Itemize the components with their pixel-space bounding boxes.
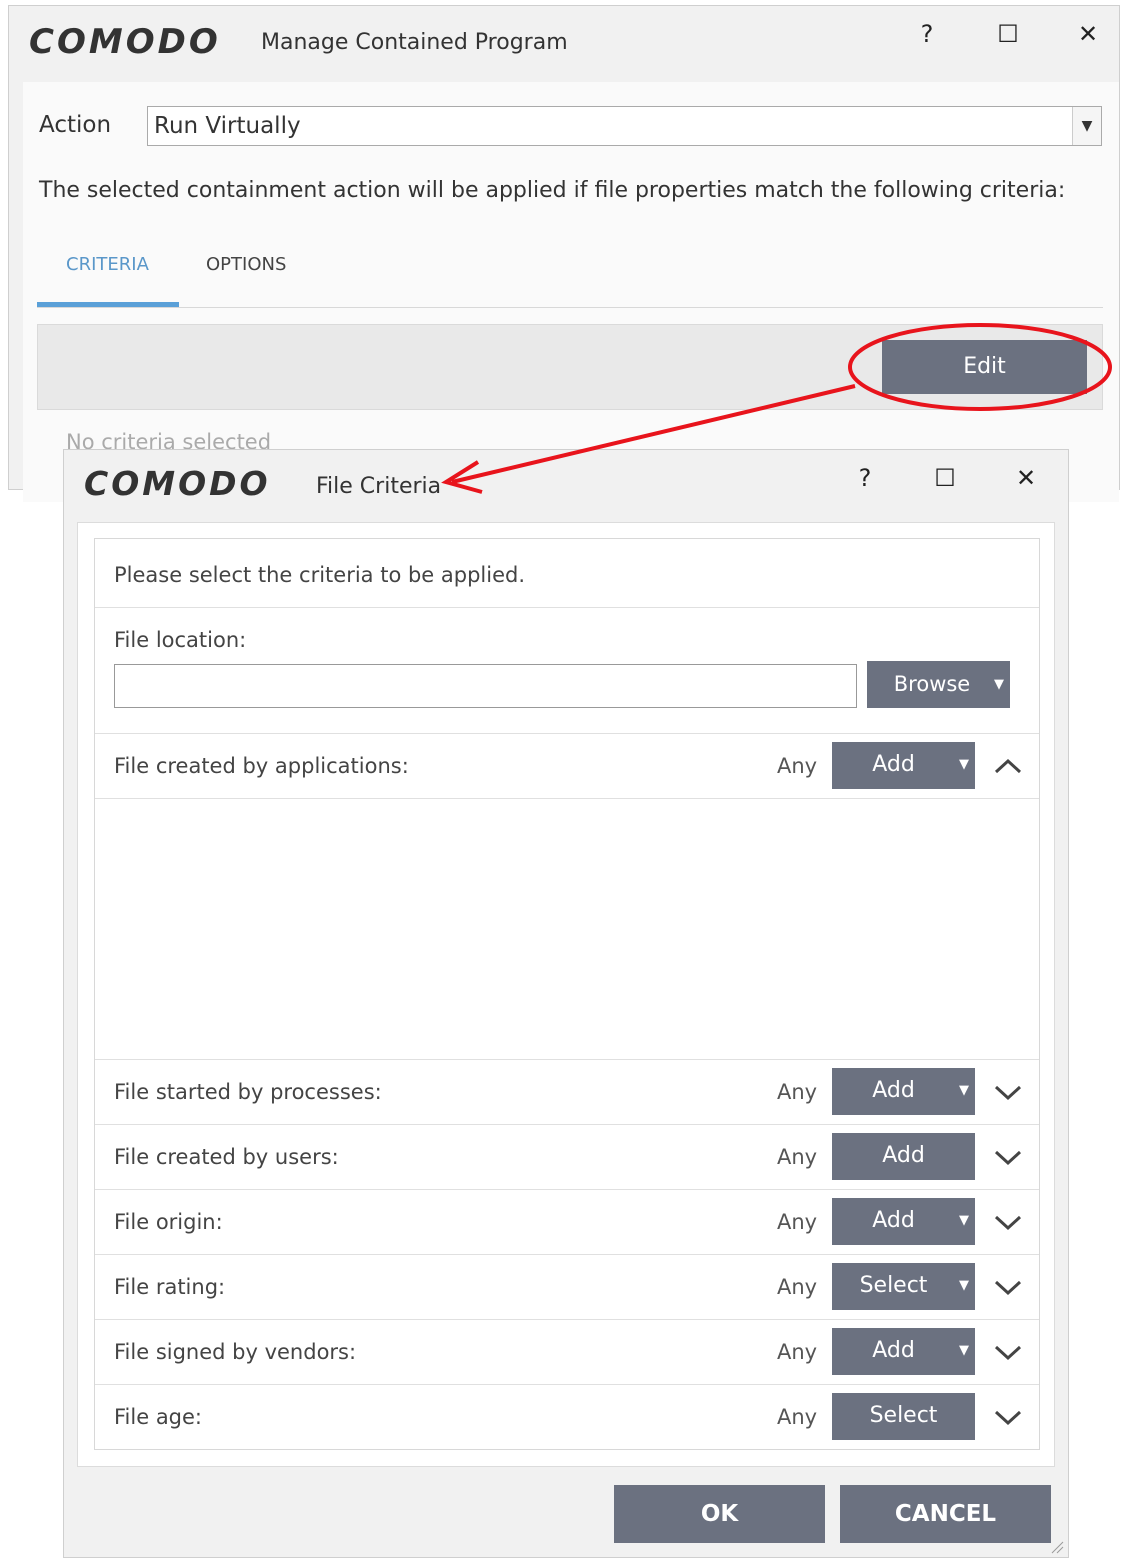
criteria-any: Any xyxy=(777,754,818,778)
action-select-value: Run Virtually xyxy=(154,113,301,139)
dropdown-caret-icon: ▼ xyxy=(959,757,969,772)
comodo-logo: COMODO xyxy=(84,464,271,503)
criteria-row: File origin: Any Add ▼ xyxy=(95,1190,1039,1255)
dropdown-caret-icon: ▼ xyxy=(959,1213,969,1228)
applications-list-area xyxy=(95,799,1039,1060)
criteria-row: File rating: Any Select ▼ xyxy=(95,1255,1039,1320)
criteria-label: File rating: xyxy=(114,1275,226,1299)
add-button[interactable]: Add ▼ xyxy=(832,1198,975,1245)
criteria-label: File created by users: xyxy=(114,1145,339,1169)
comodo-logo: COMODO xyxy=(29,22,221,62)
window-title: Manage Contained Program xyxy=(261,30,568,55)
maximize-button[interactable]: ☐ xyxy=(993,22,1023,46)
criteria-row: File created by applications: Any Add ▼ xyxy=(95,734,1039,799)
button-label: Add xyxy=(882,1143,925,1168)
chevron-down-icon[interactable] xyxy=(993,1272,1023,1302)
button-label: Select xyxy=(859,1273,928,1298)
file-criteria-dialog: COMODO File Criteria ? ☐ ✕ Please select… xyxy=(63,449,1069,1558)
criteria-any: Any xyxy=(777,1275,818,1299)
manage-contained-program-window: COMODO Manage Contained Program ? ☐ ✕ Ac… xyxy=(8,5,1120,502)
criteria-label: File started by processes: xyxy=(114,1080,382,1104)
cancel-button[interactable]: CANCEL xyxy=(840,1485,1051,1543)
dialog-title: File Criteria xyxy=(316,474,442,499)
chevron-down-icon[interactable] xyxy=(993,1337,1023,1367)
chevron-down-icon[interactable] xyxy=(993,1207,1023,1237)
button-label: Add xyxy=(872,752,915,777)
resize-grip-icon[interactable] xyxy=(1048,1538,1064,1554)
instruction-text: Please select the criteria to be applied… xyxy=(114,563,526,587)
chevron-up-icon[interactable] xyxy=(993,751,1023,781)
instruction-row: Please select the criteria to be applied… xyxy=(95,539,1039,608)
criteria-label: File signed by vendors: xyxy=(114,1340,357,1364)
add-button[interactable]: Add ▼ xyxy=(832,1068,975,1115)
tab-criteria[interactable]: CRITERIA xyxy=(66,254,149,275)
criteria-label: File age: xyxy=(114,1405,203,1429)
browse-button[interactable]: Browse ▼ xyxy=(867,661,1010,708)
button-label: Select xyxy=(869,1403,938,1428)
criteria-row: File started by processes: Any Add ▼ xyxy=(95,1060,1039,1125)
dropdown-caret-icon: ▼ xyxy=(959,1278,969,1293)
criteria-any: Any xyxy=(777,1080,818,1104)
criteria-label: File created by applications: xyxy=(114,754,409,778)
button-label: Add xyxy=(872,1078,915,1103)
add-button[interactable]: Add ▼ xyxy=(832,742,975,789)
close-button[interactable]: ✕ xyxy=(1011,466,1041,490)
tab-divider xyxy=(37,307,1103,308)
action-select[interactable]: Run Virtually ▼ xyxy=(147,106,1102,146)
action-label: Action xyxy=(39,112,112,138)
help-button[interactable]: ? xyxy=(912,22,942,46)
dropdown-caret-icon: ▼ xyxy=(959,1083,969,1098)
criteria-any: Any xyxy=(777,1340,818,1364)
edit-button[interactable]: Edit xyxy=(882,340,1087,394)
criteria-any: Any xyxy=(777,1210,818,1234)
select-button[interactable]: Select ▼ xyxy=(832,1263,975,1310)
add-button[interactable]: Add ▼ xyxy=(832,1328,975,1375)
criteria-row: File created by users: Any Add xyxy=(95,1125,1039,1190)
criteria-any: Any xyxy=(777,1145,818,1169)
add-button[interactable]: Add xyxy=(832,1133,975,1180)
tab-options[interactable]: OPTIONS xyxy=(206,254,286,275)
dropdown-caret-icon: ▼ xyxy=(959,1343,969,1358)
dropdown-arrow-icon[interactable]: ▼ xyxy=(1072,107,1101,145)
criteria-list: Please select the criteria to be applied… xyxy=(94,538,1040,1450)
button-label: Add xyxy=(872,1208,915,1233)
chevron-down-icon[interactable] xyxy=(993,1077,1023,1107)
maximize-button[interactable]: ☐ xyxy=(930,466,960,490)
criteria-label: File origin: xyxy=(114,1210,223,1234)
dropdown-caret-icon: ▼ xyxy=(994,677,1004,692)
criteria-any: Any xyxy=(777,1405,818,1429)
ok-button[interactable]: OK xyxy=(614,1485,825,1543)
button-label: Add xyxy=(872,1338,915,1363)
help-button[interactable]: ? xyxy=(850,466,880,490)
file-location-label: File location: xyxy=(114,628,247,652)
browse-label: Browse xyxy=(893,672,971,696)
close-button[interactable]: ✕ xyxy=(1073,22,1103,46)
select-button[interactable]: Select xyxy=(832,1393,975,1440)
criteria-row: File signed by vendors: Any Add ▼ xyxy=(95,1320,1039,1385)
chevron-down-icon[interactable] xyxy=(993,1142,1023,1172)
file-location-input[interactable] xyxy=(114,664,857,708)
criteria-row: File age: Any Select xyxy=(95,1385,1039,1449)
chevron-down-icon[interactable] xyxy=(993,1402,1023,1432)
criteria-description: The selected containment action will be … xyxy=(39,178,1066,203)
